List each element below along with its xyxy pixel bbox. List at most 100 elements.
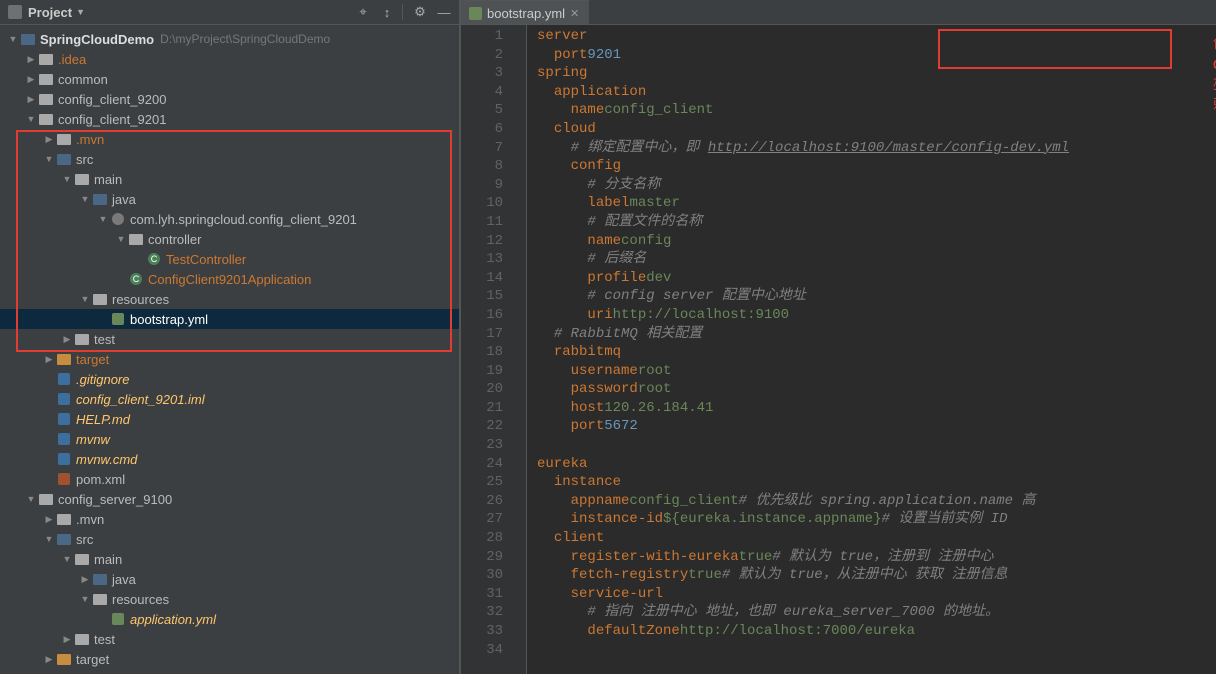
tree-item-label: HELP.md: [76, 412, 130, 427]
project-icon: [8, 5, 22, 19]
tree-item-label: .gitignore: [76, 372, 129, 387]
project-toolbar: Project ▼ ⌖ ↕ ⚙ —: [0, 0, 459, 25]
tree-item-label: common: [58, 72, 108, 87]
tree-item-label: .idea: [58, 52, 86, 67]
tree-item-com-lyh-springcloud-config_client_9201[interactable]: ▼ com.lyh.springcloud.config_client_9201: [0, 209, 459, 229]
tree-item-label: config_client_9200: [58, 92, 166, 107]
line-numbers: 1234567891011121314151617181920212223242…: [461, 25, 517, 674]
expand-arrow-icon[interactable]: ▼: [114, 234, 128, 244]
editor-pane: bootstrap.yml ✕ 123456789101112131415161…: [460, 0, 1216, 674]
tree-item-application-yml[interactable]: ▶application.yml: [0, 609, 459, 629]
tree-item-src[interactable]: ▼ src: [0, 149, 459, 169]
expand-arrow-icon[interactable]: ▼: [78, 594, 92, 604]
project-tree[interactable]: ▼ SpringCloudDemo D:\myProject\SpringCloud…: [0, 25, 459, 674]
expand-arrow-icon[interactable]: ▼: [78, 194, 92, 204]
tree-item-pom-xml[interactable]: ▶pom.xml: [0, 469, 459, 489]
tree-item-target[interactable]: ▶target: [0, 349, 459, 369]
tree-item-config_client_9200[interactable]: ▶ config_client_9200: [0, 89, 459, 109]
tree-item-label: controller: [148, 232, 201, 247]
tab-bootstrap-yml[interactable]: bootstrap.yml ✕: [461, 0, 589, 24]
expand-arrow-icon[interactable]: ▼: [24, 494, 38, 504]
tree-item-label: target: [76, 652, 109, 667]
tree-item-label: config_server_9100: [58, 492, 172, 507]
tree-item-testcontroller[interactable]: ▶CTestController: [0, 249, 459, 269]
tree-item-test[interactable]: ▶ test: [0, 629, 459, 649]
tree-item-controller[interactable]: ▼ controller: [0, 229, 459, 249]
tree-item--gitignore[interactable]: ▶.gitignore: [0, 369, 459, 389]
tree-item-help-md[interactable]: ▶HELP.md: [0, 409, 459, 429]
close-tab-icon[interactable]: ✕: [570, 7, 579, 20]
tree-item-resources[interactable]: ▼ resources: [0, 289, 459, 309]
expand-arrow-icon[interactable]: ▶: [24, 54, 38, 65]
tree-item-label: test: [94, 632, 115, 647]
expand-arrow-icon[interactable]: ▼: [96, 214, 110, 224]
expand-arrow-icon[interactable]: ▼: [42, 534, 56, 544]
expand-arrow-icon[interactable]: ▼: [24, 114, 38, 124]
scroll-icon[interactable]: ↕: [376, 1, 398, 23]
tree-item-configclient9201application[interactable]: ▶CConfigClient9201Application: [0, 269, 459, 289]
expand-arrow-icon[interactable]: ▶: [42, 134, 56, 145]
expand-arrow-icon[interactable]: ▼: [78, 294, 92, 304]
tree-item-label: mvnw: [76, 432, 110, 447]
expand-arrow-icon[interactable]: ▶: [24, 94, 38, 105]
tree-item-mvnw-cmd[interactable]: ▶mvnw.cmd: [0, 449, 459, 469]
tree-item-test[interactable]: ▶test: [0, 329, 459, 349]
tree-item-label: .mvn: [76, 132, 104, 147]
expand-arrow-icon[interactable]: ▶: [24, 74, 38, 85]
tree-item-label: resources: [112, 292, 169, 307]
tree-item-label: .mvn: [76, 512, 104, 527]
expand-arrow-icon[interactable]: ▼: [6, 34, 20, 44]
project-dropdown-icon[interactable]: ▼: [76, 7, 85, 17]
tree-item-path: D:\myProject\SpringCloudDemo: [160, 32, 330, 46]
tree-item-label: config_client_9201: [58, 112, 166, 127]
tree-item-java[interactable]: ▼java: [0, 189, 459, 209]
expand-arrow-icon[interactable]: ▶: [42, 514, 56, 525]
code-area[interactable]: server port9201spring application nameco…: [527, 25, 1216, 674]
locate-icon[interactable]: ⌖: [352, 1, 374, 23]
project-title: Project: [28, 5, 72, 20]
tree-item-label: src: [76, 152, 93, 167]
tree-item--idea[interactable]: ▶ .idea: [0, 49, 459, 69]
tree-item-label: main: [94, 172, 122, 187]
tree-item-bootstrap-yml[interactable]: ▶bootstrap.yml: [0, 309, 459, 329]
tree-item-java[interactable]: ▶java: [0, 569, 459, 589]
tree-item-src[interactable]: ▼ src: [0, 529, 459, 549]
expand-arrow-icon[interactable]: ▶: [60, 334, 74, 345]
tree-item-config_server_9100[interactable]: ▼ config_server_9100: [0, 489, 459, 509]
settings-icon[interactable]: ⚙: [409, 1, 431, 23]
tree-item-mvnw[interactable]: ▶mvnw: [0, 429, 459, 449]
collapse-icon[interactable]: —: [433, 1, 455, 23]
expand-arrow-icon[interactable]: ▶: [42, 354, 56, 365]
editor[interactable]: 1234567891011121314151617181920212223242…: [461, 25, 1216, 674]
tree-item-label: com.lyh.springcloud.config_client_9201: [130, 212, 357, 227]
tree-item-label: src: [76, 532, 93, 547]
tree-item-label: SpringCloudDemo: [40, 32, 154, 47]
tree-item-label: bootstrap.yml: [130, 312, 208, 327]
tree-item-main[interactable]: ▼ main: [0, 169, 459, 189]
expand-arrow-icon[interactable]: ▼: [42, 154, 56, 164]
tree-item-config_client_9201-iml[interactable]: ▶config_client_9201.iml: [0, 389, 459, 409]
tree-item-label: ConfigClient9201Application: [148, 272, 311, 287]
tree-item--mvn[interactable]: ▶ .mvn: [0, 509, 459, 529]
expand-arrow-icon[interactable]: ▼: [60, 174, 74, 184]
tree-item-resources[interactable]: ▼ resources: [0, 589, 459, 609]
tree-item-common[interactable]: ▶ common: [0, 69, 459, 89]
tree-item-label: main: [94, 552, 122, 567]
tree-item-label: TestController: [166, 252, 246, 267]
editor-tabs: bootstrap.yml ✕: [461, 0, 1216, 25]
expand-arrow-icon[interactable]: ▼: [60, 554, 74, 564]
tree-item-label: application.yml: [130, 612, 216, 627]
tree-item-config_client_9201[interactable]: ▼ config_client_9201: [0, 109, 459, 129]
expand-arrow-icon[interactable]: ▶: [60, 634, 74, 645]
tree-item-label: mvnw.cmd: [76, 452, 137, 467]
expand-arrow-icon[interactable]: ▶: [42, 654, 56, 665]
tree-item-main[interactable]: ▼ main: [0, 549, 459, 569]
fold-gutter: [517, 25, 527, 674]
tree-item-target[interactable]: ▶ target: [0, 649, 459, 669]
tree-item-springclouddemo[interactable]: ▼ SpringCloudDemo D:\myProject\SpringCloud…: [0, 29, 459, 49]
yml-icon: [469, 7, 482, 20]
tree-item-label: pom.xml: [76, 472, 125, 487]
tree-item--mvn[interactable]: ▶ .mvn: [0, 129, 459, 149]
expand-arrow-icon[interactable]: ▶: [78, 574, 92, 585]
tree-item-label: resources: [112, 592, 169, 607]
